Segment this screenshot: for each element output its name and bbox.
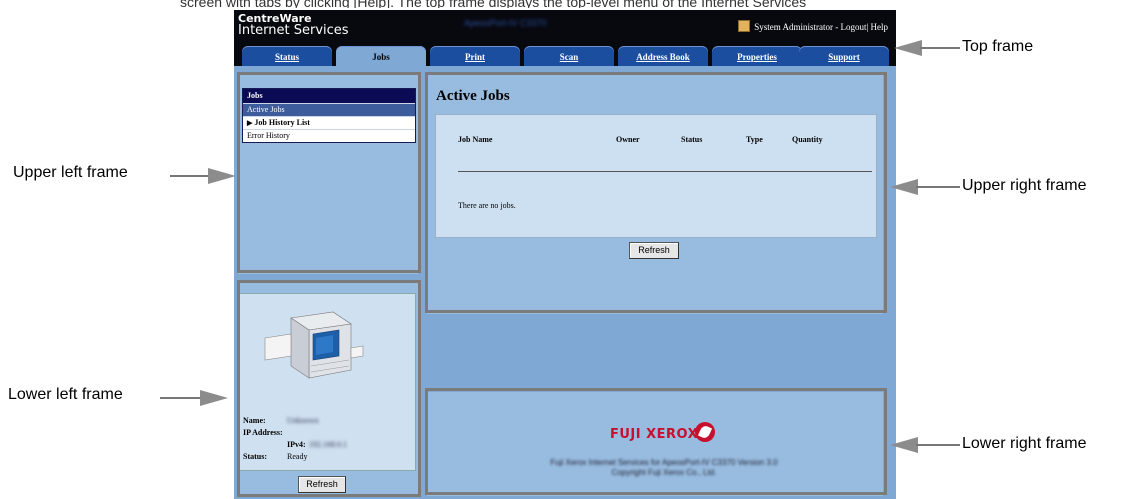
copyright-text: Fuji Xerox Internet Services for ApeosPo… [534, 458, 794, 478]
lower-right-panel [427, 392, 883, 496]
upper-left-arrow-icon [208, 168, 236, 184]
copyright-line-1: Fuji Xerox Internet Services for ApeosPo… [550, 458, 778, 467]
device-ipv4-value: 192.168.0.1 [309, 440, 347, 449]
menu-item-error-history-label: Error History [247, 131, 290, 140]
column-type[interactable]: Type [746, 135, 763, 144]
lower-left-line [160, 397, 200, 399]
menu-item-job-history-label: Job History List [254, 118, 310, 127]
menu-item-active-jobs-label: Active Jobs [247, 105, 285, 114]
device-name-label: Name: [243, 416, 266, 425]
jobs-refresh-button[interactable]: Refresh [629, 242, 679, 259]
top-frame-header: CentreWare Internet Services ApeosPort-I… [234, 10, 896, 66]
lower-left-arrow-icon [200, 390, 228, 406]
device-name-row: Name: Unknown [243, 416, 319, 425]
printer-image-icon [264, 311, 364, 379]
device-name-value: Unknown [287, 416, 319, 425]
callout-top-frame: Top frame [962, 38, 1034, 55]
user-links[interactable]: System Administrator - Logout| Help [737, 20, 888, 32]
device-refresh-button[interactable]: Refresh [298, 476, 346, 493]
lower-right-arrow-icon [890, 437, 918, 453]
callout-upper-left: Upper left frame [13, 164, 128, 181]
device-status-row: Status: Ready [243, 452, 307, 461]
upper-left-line [170, 175, 210, 177]
callout-lower-left: Lower left frame [8, 386, 123, 403]
tab-scan[interactable]: Scan [524, 46, 614, 66]
administrator-icon [737, 20, 750, 32]
callout-lower-right: Lower right frame [962, 435, 1087, 452]
user-links-text[interactable]: System Administrator - Logout| Help [754, 22, 888, 32]
expand-arrow-icon: ▶ [247, 119, 253, 127]
empty-message: There are no jobs. [458, 201, 516, 210]
device-ip-label: IP Address: [243, 428, 283, 437]
page-title: Active Jobs [436, 88, 510, 104]
menu-item-active-jobs[interactable]: Active Jobs [243, 103, 415, 116]
device-ipv4-label: IPv4: [287, 440, 306, 449]
active-jobs-table: Job Name Owner Status Type Quantity Ther… [435, 114, 877, 238]
device-model-label: ApeosPort-IV C3370 [464, 18, 547, 28]
column-job-name[interactable]: Job Name [458, 135, 492, 144]
tab-jobs[interactable]: Jobs [336, 46, 426, 66]
top-frame-arrow-icon [894, 40, 922, 56]
device-status-card: Name: Unknown IP Address: IPv4: 192.168.0.… [238, 293, 416, 471]
device-ipv4-row: IPv4: 192.168.0.1 [287, 440, 347, 449]
device-status-value: Ready [287, 452, 308, 461]
tab-status[interactable]: Status [242, 46, 332, 66]
jobs-menu: Jobs Active Jobs ▶ Job History List Error… [242, 88, 416, 143]
document-caption: screen with tabs by clicking [Help]. The… [180, 0, 807, 8]
menu-item-error-history[interactable]: Error History [243, 129, 415, 142]
fuji-xerox-logo: FUJI XEROX [610, 427, 699, 442]
upper-right-line [916, 186, 960, 188]
tab-properties[interactable]: Properties [712, 46, 802, 66]
logo-line-2: Internet Services [238, 23, 349, 38]
tab-address-book[interactable]: Address Book [618, 46, 708, 66]
tab-print[interactable]: Print [430, 46, 520, 66]
callout-upper-right: Upper right frame [962, 177, 1087, 194]
device-status-label: Status: [243, 452, 268, 461]
centreware-logo: CentreWare Internet Services [238, 13, 349, 38]
tab-support[interactable]: Support [799, 46, 889, 66]
xerox-sphere-icon [695, 422, 715, 442]
table-divider [458, 171, 872, 172]
upper-right-arrow-icon [890, 179, 918, 195]
lower-right-line [916, 444, 960, 446]
column-quantity[interactable]: Quantity [792, 135, 823, 144]
internet-services-window: CentreWare Internet Services ApeosPort-I… [234, 10, 896, 499]
menu-item-job-history-list[interactable]: ▶ Job History List [243, 116, 415, 129]
column-status[interactable]: Status [681, 135, 702, 144]
device-ip-row: IP Address: [243, 428, 283, 437]
column-owner[interactable]: Owner [616, 135, 640, 144]
top-frame-line [920, 47, 960, 49]
copyright-line-2: Copyright Fuji Xerox Co., Ltd. [611, 468, 717, 477]
menu-title: Jobs [243, 89, 415, 103]
